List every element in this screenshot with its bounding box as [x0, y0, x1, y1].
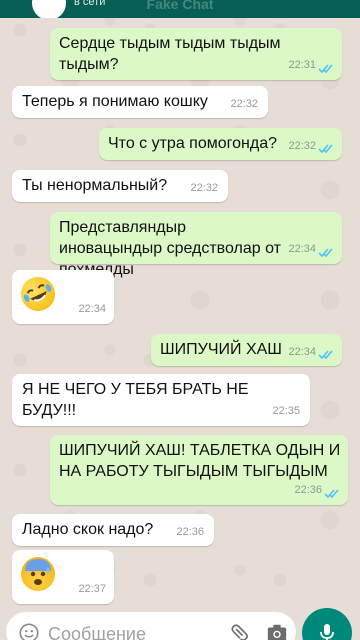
message-incoming[interactable]: 22:34 — [12, 270, 114, 324]
app-watermark: Fake Chat — [146, 0, 214, 12]
message-text: Сердце тыдым тыдым тыдым тыдым? — [59, 35, 281, 73]
message-text: Теперь я понимаю кошку — [22, 93, 208, 110]
read-ticks-icon — [318, 144, 333, 154]
message-outgoing[interactable]: ШИПУЧИЙ ХАШ 22:34 — [151, 334, 342, 366]
message-time: 22:32 — [190, 182, 218, 194]
message-text: Ладно скок надо? — [22, 521, 154, 538]
attach-icon[interactable] — [224, 617, 255, 640]
message-time: 22:35 — [272, 405, 300, 417]
message-composer[interactable]: Сообщение — [6, 612, 296, 640]
message-outgoing[interactable]: Что с утра помогонда? 22:32 — [99, 128, 342, 160]
rolling-on-floor-laughing-emoji-icon — [15, 271, 61, 317]
message-time: 22:34 — [78, 303, 106, 315]
message-incoming[interactable]: Ладно скок надо? 22:36 — [12, 514, 214, 546]
anxious-face-with-sweat-emoji-icon — [21, 557, 55, 591]
message-text: ШИПУЧИЙ ХАШ! ТАБЛЕТКА ОДЫН И НА РАБОТУ Т… — [59, 442, 341, 480]
message-text: Ты ненормальный? — [22, 177, 168, 194]
message-time: 22:36 — [176, 526, 204, 538]
message-outgoing[interactable]: Представляндыр иновацындыр средстволар о… — [50, 212, 342, 278]
read-ticks-icon — [324, 489, 339, 499]
message-text: Что с утра помогонда? — [108, 135, 277, 152]
message-time: 22:36 — [294, 484, 322, 496]
emoji-icon[interactable] — [18, 622, 40, 640]
message-incoming[interactable]: Я НЕ ЧЕГО У ТЕБЯ БРАТЬ НЕ БУДУ!!! 22:35 — [12, 374, 310, 426]
message-time: 22:32 — [230, 98, 258, 110]
message-outgoing[interactable]: ШИПУЧИЙ ХАШ! ТАБЛЕТКА ОДЫН И НА РАБОТУ Т… — [50, 435, 348, 505]
message-incoming[interactable]: 22:37 — [12, 550, 114, 604]
message-list[interactable]: Сердце тыдым тыдым тыдым тыдым? 22:31 Те… — [0, 18, 360, 610]
mic-icon — [320, 624, 334, 640]
camera-icon[interactable] — [266, 622, 288, 640]
message-outgoing[interactable]: Сердце тыдым тыдым тыдым тыдым? 22:31 — [50, 28, 342, 80]
read-ticks-icon — [318, 350, 333, 360]
message-time: 22:31 — [288, 59, 316, 71]
message-time: 22:32 — [288, 140, 316, 152]
message-input[interactable]: Сообщение — [48, 624, 146, 640]
message-text: ШИПУЧИЙ ХАШ — [160, 341, 282, 358]
message-incoming[interactable]: Ты ненормальный? 22:32 — [12, 170, 228, 202]
chat-header[interactable]: в сети Fake Chat — [0, 0, 360, 18]
message-time: 22:34 — [288, 346, 316, 358]
message-time: 22:37 — [78, 583, 106, 595]
read-ticks-icon — [318, 64, 333, 74]
message-time: 22:34 — [288, 243, 316, 255]
message-text: Я НЕ ЧЕГО У ТЕБЯ БРАТЬ НЕ БУДУ!!! — [22, 381, 249, 419]
read-ticks-icon — [318, 248, 333, 258]
message-incoming[interactable]: Теперь я понимаю кошку 22:32 — [12, 86, 268, 118]
